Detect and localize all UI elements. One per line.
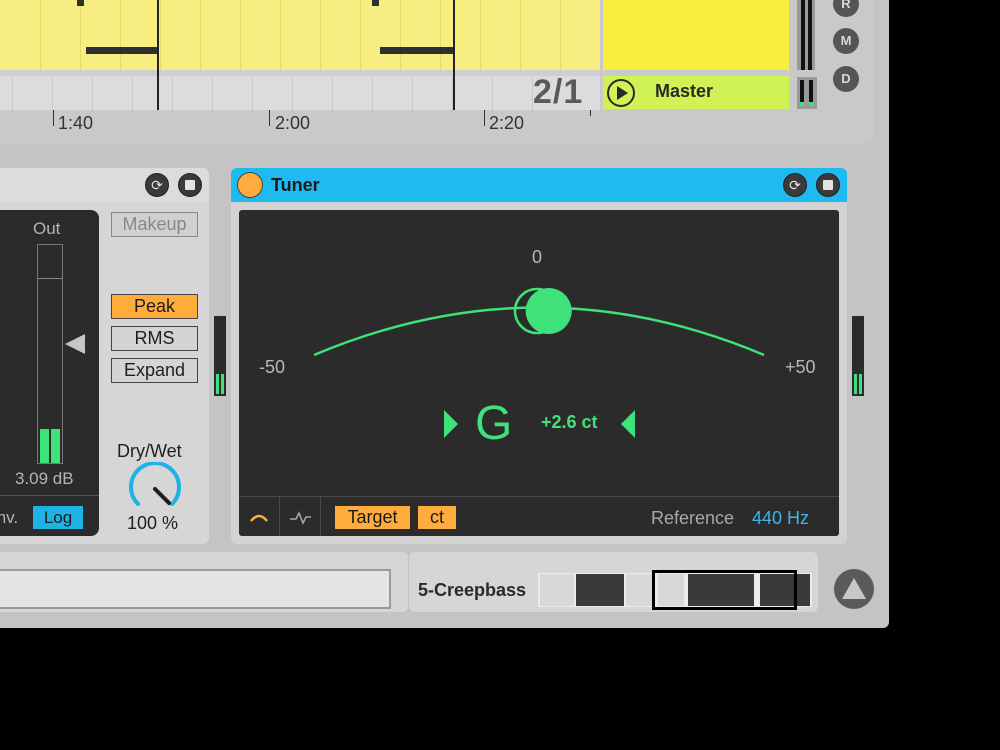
out-label: Out [33, 219, 61, 238]
reference-label: Reference [651, 508, 735, 528]
dry-wet-label: Dry/Wet [117, 441, 182, 461]
tuner-output-meter [852, 316, 864, 396]
makeup-button[interactable]: Makeup [111, 212, 198, 237]
tuner-power-toggle[interactable] [237, 172, 263, 198]
expand-up-icon[interactable] [834, 569, 874, 609]
save-preset-icon[interactable] [816, 173, 840, 197]
scale-min-label: -50 [259, 357, 286, 377]
expand-button[interactable]: Expand [111, 358, 198, 383]
midi-note[interactable] [380, 47, 454, 54]
hot-swap-icon[interactable]: ⟳ [145, 173, 169, 197]
histogram-mode-icon[interactable] [280, 497, 321, 536]
rms-button[interactable]: RMS [111, 326, 198, 351]
reference-frequency-value[interactable]: 440 Hz [752, 508, 809, 529]
dry-wet-knob[interactable] [128, 462, 182, 516]
save-preset-icon[interactable] [178, 173, 202, 197]
cents-unit-toggle[interactable]: ct [418, 506, 456, 529]
status-text-field[interactable] [0, 569, 391, 609]
peak-button[interactable]: Peak [111, 294, 198, 319]
timeline-tick [484, 110, 485, 126]
mute-button[interactable]: M [833, 28, 859, 54]
hot-swap-icon[interactable]: ⟳ [783, 173, 807, 197]
tuning-arrow-right-icon [444, 410, 458, 438]
log-toggle[interactable]: Log [33, 506, 83, 529]
tuner-title: Tuner [271, 175, 320, 195]
midi-note[interactable] [77, 0, 84, 6]
timeline-tick [269, 110, 270, 126]
time-signature-display: 2/1 [533, 73, 584, 111]
tuner-header [231, 168, 847, 202]
midi-clip[interactable] [0, 0, 600, 70]
detected-pitch-indicator [525, 288, 572, 334]
divider [239, 496, 839, 497]
locator-line [453, 0, 455, 110]
out-gain-meter[interactable] [37, 244, 63, 464]
master-track-label: Master [655, 81, 714, 101]
master-play-icon[interactable] [607, 79, 635, 107]
arc-mode-icon[interactable] [239, 497, 280, 536]
midi-note[interactable] [372, 0, 379, 6]
loop-brace-strip[interactable] [0, 76, 600, 110]
compressor-output-meter [214, 316, 226, 396]
selected-track-name: 5-Creepbass [418, 580, 527, 600]
master-level-meter [797, 0, 815, 70]
timeline-label: 2:00 [275, 113, 311, 133]
inv-label[interactable]: Inv. [0, 508, 18, 528]
locator-line [157, 0, 159, 110]
scale-zero-label: 0 [532, 247, 543, 267]
target-toggle[interactable]: Target [335, 506, 410, 529]
master-level-meter-small [797, 77, 817, 109]
out-gain-value[interactable]: 3.09 dB [15, 469, 74, 489]
divider [0, 495, 99, 496]
timeline-label: 2:20 [489, 113, 525, 133]
detected-note: G [475, 397, 513, 450]
midi-note[interactable] [86, 47, 158, 54]
timeline-tick [53, 110, 54, 126]
tuning-arrow-left-icon [621, 410, 635, 438]
master-clip[interactable] [603, 0, 789, 70]
scale-max-label: +50 [785, 357, 816, 377]
cents-deviation: +2.6 ct [541, 412, 598, 432]
delay-button[interactable]: D [833, 66, 859, 92]
timeline-label: 1:40 [58, 113, 94, 133]
overview-viewport-frame[interactable] [652, 570, 797, 610]
dry-wet-value: 100 % [127, 513, 179, 533]
out-gain-slider-handle[interactable] [65, 334, 85, 354]
